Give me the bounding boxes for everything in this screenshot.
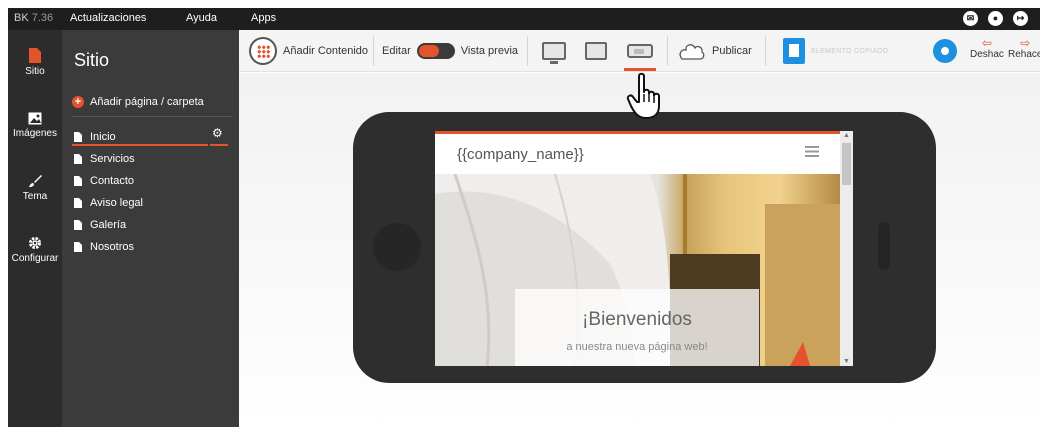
welcome-subtitle: a nuestra nueva página web! bbox=[566, 341, 708, 353]
logout-icon[interactable]: ↦ bbox=[1013, 11, 1028, 26]
undo-icon: ⇦ bbox=[981, 36, 992, 50]
menu-apps[interactable]: Apps bbox=[251, 12, 276, 24]
divider bbox=[765, 36, 766, 66]
edit-preview-toggle-group: Editar Vista previa bbox=[382, 30, 518, 72]
tablet-view-button[interactable] bbox=[585, 30, 607, 72]
add-content-button[interactable]: Añadir Contenido bbox=[249, 30, 368, 72]
active-view-indicator bbox=[624, 68, 656, 71]
page-item-contacto[interactable]: Contacto bbox=[74, 170, 143, 192]
undo-button[interactable]: ⇦ Deshac bbox=[970, 36, 1004, 60]
company-name: {{company_name}} bbox=[457, 146, 584, 163]
page-item-aviso-legal[interactable]: Aviso legal bbox=[74, 192, 143, 214]
publish-label: Publicar bbox=[712, 45, 752, 57]
page-item-nosotros[interactable]: Nosotros bbox=[74, 236, 143, 258]
undo-label: Deshac bbox=[970, 49, 1004, 60]
preview-eye-button[interactable] bbox=[933, 30, 957, 72]
tablet-icon bbox=[585, 42, 607, 60]
add-page-button[interactable]: + Añadir página / carpeta bbox=[72, 96, 204, 108]
site-panel: Sitio + Añadir página / carpeta Inicio S… bbox=[62, 30, 239, 427]
preview-label: Vista previa bbox=[460, 45, 519, 57]
add-content-label: Añadir Contenido bbox=[283, 45, 369, 57]
page-icon bbox=[74, 198, 82, 208]
page-icon bbox=[29, 48, 41, 63]
rail-item-sitio[interactable]: Sitio bbox=[8, 48, 62, 77]
phone-landscape-icon bbox=[627, 44, 653, 58]
page-icon bbox=[74, 176, 82, 186]
brand-name: BK bbox=[14, 12, 29, 24]
add-page-label: Añadir página / carpeta bbox=[90, 96, 204, 108]
scroll-down-icon[interactable]: ▼ bbox=[843, 358, 850, 365]
page-icon bbox=[74, 154, 82, 164]
rail-label-sitio: Sitio bbox=[25, 66, 45, 77]
eye-icon bbox=[933, 39, 957, 63]
clipboard-status: ELEMENTO COPIADO bbox=[783, 30, 888, 72]
scroll-thumb[interactable] bbox=[842, 143, 851, 185]
monitor-icon bbox=[542, 42, 566, 64]
grid-icon bbox=[249, 37, 277, 65]
image-icon bbox=[28, 112, 42, 125]
page-item-servicios[interactable]: Servicios bbox=[74, 148, 143, 170]
editor-toolbar: Añadir Contenido Editar Vista previa Pub… bbox=[239, 30, 1040, 72]
preview-scrollbar[interactable]: ▲ ▼ bbox=[840, 131, 853, 366]
edit-label: Editar bbox=[382, 45, 411, 57]
page-item-galeria[interactable]: Galería bbox=[74, 214, 143, 236]
user-icon[interactable]: ● bbox=[988, 11, 1003, 26]
copied-label: ELEMENTO COPIADO bbox=[811, 47, 889, 55]
divider bbox=[527, 36, 528, 66]
cloud-icon bbox=[679, 44, 705, 60]
desktop-view-button[interactable] bbox=[542, 30, 566, 72]
menu-ayuda[interactable]: Ayuda bbox=[186, 12, 217, 24]
site-preview-screen[interactable]: {{company_name}} ¡Bienvenidos a nuestra … bbox=[435, 131, 853, 366]
page-settings-gear-icon[interactable]: ⚙ bbox=[212, 126, 223, 140]
version-label: 7.36 bbox=[31, 12, 54, 24]
hand-cursor-icon bbox=[626, 72, 660, 119]
site-header: {{company_name}} bbox=[435, 134, 840, 174]
page-label: Servicios bbox=[90, 153, 135, 165]
page-label: Aviso legal bbox=[90, 197, 143, 209]
divider bbox=[373, 36, 374, 66]
hamburger-menu-icon[interactable] bbox=[805, 146, 819, 157]
plus-icon: + bbox=[72, 96, 84, 108]
divider bbox=[72, 116, 232, 117]
rail-item-configurar[interactable]: Configurar bbox=[8, 236, 62, 264]
page-icon bbox=[74, 220, 82, 230]
phone-speaker bbox=[878, 222, 890, 270]
welcome-card: ¡Bienvenidos a nuestra nueva página web! bbox=[515, 289, 759, 366]
phone-home-button bbox=[373, 223, 421, 271]
page-icon bbox=[74, 242, 82, 252]
page-label: Contacto bbox=[90, 175, 135, 187]
page-label: Inicio bbox=[90, 131, 116, 143]
redo-icon: ⇨ bbox=[1020, 36, 1031, 50]
icon-rail: Sitio Imágenes Tema Configurar bbox=[8, 30, 62, 427]
scroll-up-icon[interactable]: ▲ bbox=[843, 132, 850, 139]
redo-button[interactable]: ⇨ Rehace bbox=[1008, 36, 1040, 60]
gear-icon bbox=[29, 237, 41, 249]
rail-item-tema[interactable]: Tema bbox=[8, 174, 62, 202]
top-bar: BK 7.36 Actualizaciones Ayuda Apps ✉ ● ↦ bbox=[8, 8, 1040, 30]
menu-actualizaciones[interactable]: Actualizaciones bbox=[70, 12, 146, 24]
gear-underline bbox=[210, 144, 228, 146]
rail-label-imagenes: Imágenes bbox=[13, 128, 57, 139]
rail-item-imagenes[interactable]: Imágenes bbox=[8, 112, 62, 139]
redo-label: Rehace bbox=[1008, 49, 1040, 60]
hero-image: ¡Bienvenidos a nuestra nueva página web! bbox=[435, 174, 840, 366]
welcome-title: ¡Bienvenidos bbox=[582, 309, 692, 330]
page-icon bbox=[74, 132, 82, 142]
active-page-underline bbox=[72, 144, 208, 146]
rail-label-configurar: Configurar bbox=[11, 253, 59, 264]
clipboard-icon bbox=[783, 38, 805, 64]
rail-label-tema: Tema bbox=[22, 191, 48, 202]
edit-preview-toggle[interactable] bbox=[416, 43, 455, 59]
publish-button[interactable]: Publicar bbox=[676, 30, 752, 72]
panel-title: Sitio bbox=[74, 50, 110, 70]
divider bbox=[667, 36, 668, 66]
app-brand: BK 7.36 bbox=[14, 12, 53, 24]
brush-icon bbox=[29, 175, 42, 187]
page-label: Nosotros bbox=[90, 241, 135, 253]
mail-icon[interactable]: ✉ bbox=[963, 11, 978, 26]
page-label: Galería bbox=[90, 219, 127, 231]
mobile-view-button[interactable] bbox=[627, 30, 653, 72]
